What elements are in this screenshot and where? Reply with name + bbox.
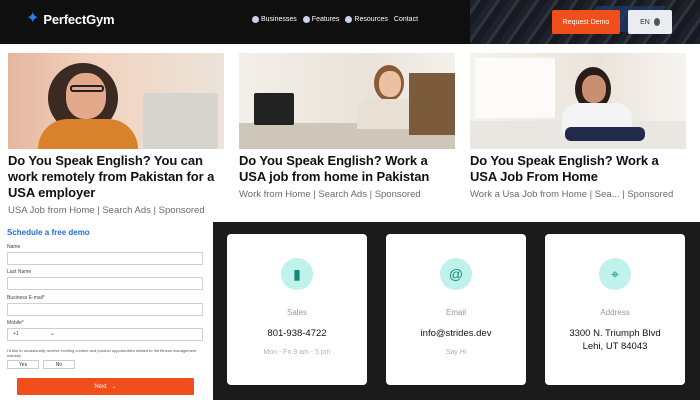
next-label: Next	[94, 383, 107, 390]
email-address[interactable]: info@strides.dev	[386, 327, 526, 340]
email-note: Say Hi	[445, 349, 467, 356]
street-address[interactable]: 3300 N. Triumph Blvd Lehi, UT 84043	[545, 327, 685, 353]
businesses-icon	[252, 16, 259, 23]
logo-star-icon: ✦	[26, 10, 40, 27]
last-name-field[interactable]	[7, 277, 203, 290]
last-name-label: Last Name	[7, 269, 32, 275]
logo[interactable]: ✦ PerfectGym	[26, 10, 115, 27]
map-pin-icon: ⌖	[599, 258, 631, 290]
ad-title[interactable]: Do You Speak English? You can work remot…	[8, 153, 224, 201]
country-code[interactable]: +1	[13, 331, 19, 337]
ad-card[interactable]: Do You Speak English? Work a USA job fro…	[239, 53, 455, 200]
address-card: ⌖ Address 3300 N. Triumph Blvd Lehi, UT …	[545, 234, 685, 385]
resources-icon	[345, 16, 353, 23]
ad-image[interactable]	[8, 53, 224, 149]
ad-title[interactable]: Do You Speak English? Work a USA job fro…	[239, 153, 455, 185]
card-label: Address	[600, 308, 630, 317]
nav-label: Resources	[354, 16, 388, 23]
consent-options: Yes No	[7, 360, 75, 369]
ad-card[interactable]: Do You Speak English? Work a USA Job Fro…	[470, 53, 686, 200]
arrow-right-icon: →	[110, 383, 117, 390]
ad-card[interactable]: Do You Speak English? You can work remot…	[8, 53, 224, 216]
hours-note: Mon - Fri 9 am - 5 pm	[263, 349, 331, 356]
globe-icon	[653, 18, 660, 26]
nav-label: Contact	[393, 16, 419, 23]
ad-meta: Work from Home | Search Ads | Sponsored	[239, 189, 421, 200]
nav-businesses[interactable]: Businesses	[252, 16, 297, 23]
nav-label: Features	[311, 16, 340, 23]
card-label: Sales	[286, 308, 307, 317]
ad-image[interactable]	[239, 53, 455, 149]
sales-card: ▮ Sales 801-938-4722 Mon - Fri 9 am - 5 …	[227, 234, 367, 385]
card-label: Email	[445, 308, 466, 317]
ad-title[interactable]: Do You Speak English? Work a USA Job Fro…	[470, 153, 686, 185]
yes-option[interactable]: Yes	[7, 360, 39, 369]
no-option[interactable]: No	[43, 360, 75, 369]
name-field[interactable]	[7, 252, 203, 265]
nav-features[interactable]: Features	[302, 16, 340, 23]
email-card: @ Email info@strides.dev Say Hi	[386, 234, 526, 385]
nav-contact[interactable]: Contact	[394, 16, 418, 23]
ad-image[interactable]	[470, 53, 686, 149]
top-navbar: ✦ PerfectGym Businesses Features Resourc…	[0, 0, 700, 44]
name-label: Name	[7, 244, 21, 250]
features-icon	[302, 16, 310, 23]
email-field[interactable]	[7, 303, 203, 316]
nav-label: Businesses	[261, 16, 297, 23]
nav-resources[interactable]: Resources	[345, 16, 388, 23]
ad-meta: Work a Usa Job from Home | Sea... | Spon…	[470, 189, 674, 200]
ad-meta: USA Job from Home | Search Ads | Sponsor…	[8, 205, 205, 216]
language-selector[interactable]: EN	[628, 10, 672, 34]
main-nav: Businesses Features Resources Contact	[252, 16, 418, 23]
logo-text: PerfectGym	[43, 11, 115, 27]
form-title: Schedule a free demo	[7, 228, 90, 237]
mobile-label: Mobile*	[7, 320, 24, 326]
contact-section: ▮ Sales 801-938-4722 Mon - Fri 9 am - 5 …	[213, 222, 700, 400]
chevron-down-icon[interactable]: ⌄	[50, 329, 55, 340]
next-button[interactable]: Next →	[17, 378, 194, 395]
phone-icon: ▮	[281, 258, 313, 290]
request-demo-button[interactable]: Request Demo	[552, 10, 620, 34]
mobile-field[interactable]: +1 ⌄	[7, 328, 203, 341]
phone-number[interactable]: 801-938-4722	[227, 327, 367, 340]
language-label: EN	[640, 18, 650, 26]
at-icon: @	[440, 258, 472, 290]
consent-text: I'd like to occasionally receive excitin…	[7, 348, 197, 358]
email-label: Business E-mail*	[7, 295, 45, 301]
